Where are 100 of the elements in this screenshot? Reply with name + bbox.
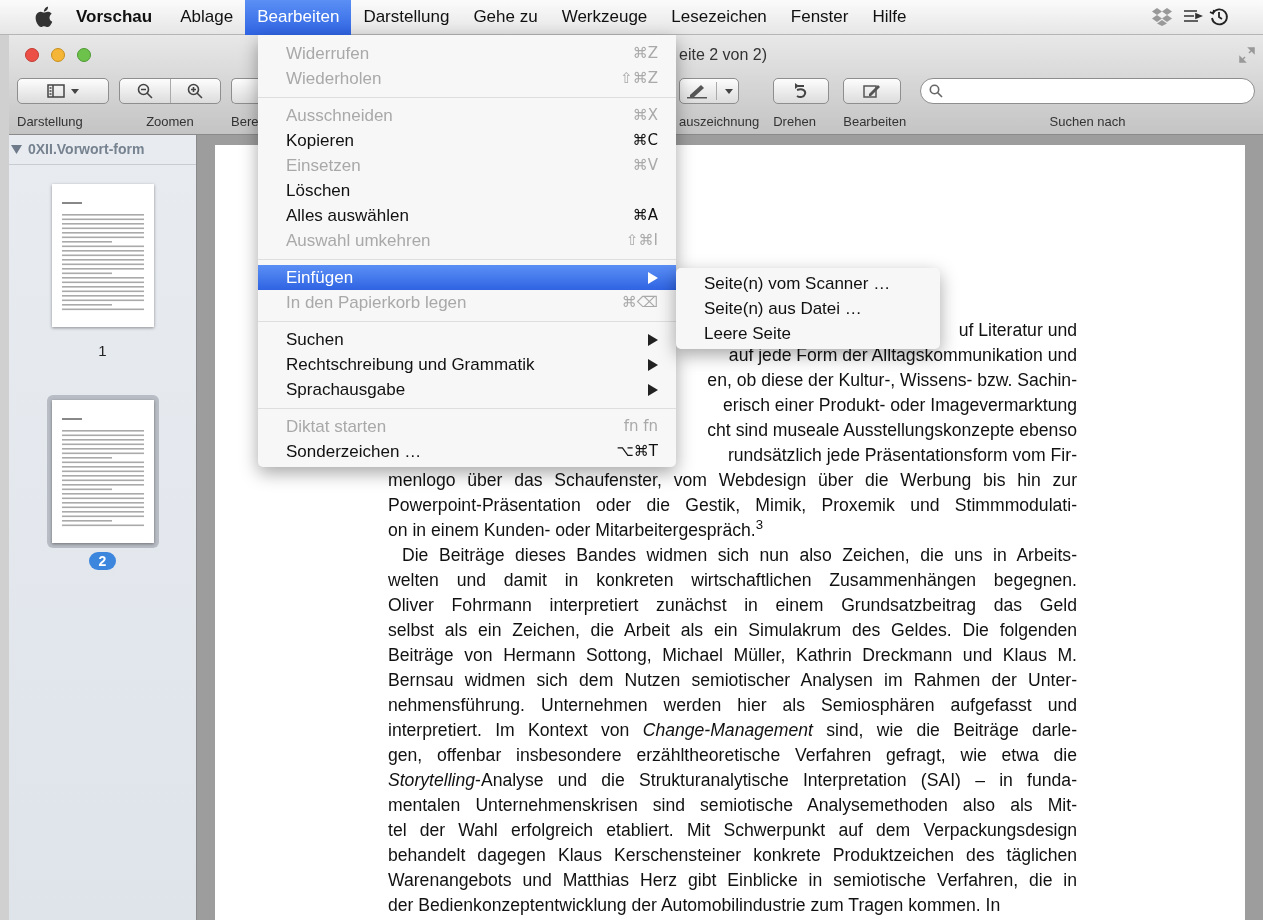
text-line: tel der Wahl erfolgreich etabliert. Mit Schwerpunkt auf dem Verpackungsdesign <box>388 819 1077 842</box>
toolbar-button[interactable] <box>843 78 902 104</box>
text-line: der Bedienkonzeptentwicklung der Automobilindustrie zum Tragen kommen. In <box>388 894 1002 917</box>
text-line: behandelt dagegen Klaus Kerschensteiner konkrete Produktzeichen des täglichen <box>388 844 1077 867</box>
submenu-arrow-icon <box>648 383 658 396</box>
shortcut-label: ⌘A <box>632 205 658 227</box>
edit-icon <box>863 83 882 99</box>
toolbar-button[interactable] <box>679 78 739 104</box>
menu-item-label: In den Papierkorb legen <box>286 291 467 314</box>
toolbar-label: Drehen <box>773 113 816 131</box>
menu-item-label: Widerrufen <box>286 42 370 65</box>
menu-item[interactable]: Seite(n) vom Scanner … <box>676 271 940 296</box>
text-line: Bernsau widmen sich dem Nutzen semiotischer Analysen im Rahmen der Unter- <box>388 669 1077 692</box>
menu-item-label: Ausschneiden <box>286 104 393 127</box>
text-line: interpretiert. Im Kontext von Change-Management sind, wie die Beiträge darle- <box>388 719 1077 742</box>
close-button[interactable] <box>25 48 39 62</box>
text-line: gen, offenbar insbesondere erzähltheoretische Verfahren gefragt, wie etwa die <box>388 744 1077 767</box>
menu-item-label: Wiederholen <box>286 67 382 90</box>
menu-title[interactable]: Darstellung <box>351 0 462 35</box>
menu-item-label: Rechtschreibung und Grammatik <box>286 353 535 376</box>
page-number: 2 <box>88 551 117 570</box>
dropbox-icon[interactable] <box>1151 7 1173 27</box>
zoom-button[interactable] <box>77 48 91 62</box>
zoom-control[interactable] <box>119 78 221 104</box>
menu-item-label: Einsetzen <box>286 154 361 177</box>
menu-item[interactable]: Leere Seite <box>676 321 940 346</box>
menu-item-label: Sprachausgabe <box>286 378 406 401</box>
text-line: Storytelling-Analyse und die Strukturanalytische Interpretation (SAI) – in funda- <box>388 769 1077 792</box>
toolbar-label: Bearbeiten <box>843 113 907 131</box>
menu-item-label: Alles auswählen <box>286 204 409 227</box>
menu-item-label: Diktat starten <box>286 415 387 438</box>
shortcut-label: ⌘⌫ <box>621 292 658 314</box>
menu-item-label: Sonderzeichen … <box>286 440 422 463</box>
toolbar-label: Darstellung <box>17 113 83 131</box>
text-line: nehmensführung. Unternehmen werden hier als Semiosphären aufgefasst und <box>388 694 1077 717</box>
menu-item-label: Auswahl umkehren <box>286 229 431 252</box>
menu-item-label: Suchen <box>286 328 344 351</box>
text-line: en, ob diese der Kultur-, Wissens- bzw. Sachin- <box>707 369 1077 392</box>
page-thumbnail[interactable] <box>51 399 154 543</box>
page-number: 1 <box>98 341 107 361</box>
search-field[interactable] <box>920 78 1255 104</box>
toolbar-label: Bere <box>231 113 259 131</box>
shortcut-label: fn fn <box>623 416 658 438</box>
toolbar-label: auszeichnung <box>679 113 760 131</box>
zoom-out-icon[interactable] <box>136 83 153 99</box>
text-line: on in einem Kunden- oder Mitarbeitergespräch.$^{3}$ <box>388 518 765 542</box>
app-menu[interactable]: Vorschau <box>70 4 159 30</box>
shortcut-label: ⇧⌘Z <box>620 68 658 90</box>
menu-title[interactable]: Werkzeuge <box>549 0 660 35</box>
text-line: Powerpoint-Präsentation oder die Gestik, Mimik, Proxemik und Stimmmodulati- <box>388 494 1077 517</box>
menu-title[interactable]: Ablage <box>168 0 246 35</box>
caret-icon <box>724 88 733 94</box>
submenu-arrow-icon <box>648 333 658 346</box>
text-line: cht sind museale Ausstellungskonzepte ebenso <box>707 419 1077 442</box>
text-line: uf Literatur und <box>958 319 1077 342</box>
menu-item[interactable]: Löschen <box>258 178 676 203</box>
menu-item[interactable]: Seite(n) aus Datei … <box>676 296 940 321</box>
submenu-arrow-icon <box>648 358 658 371</box>
shortcut-label: ⌘X <box>632 105 658 127</box>
text-line: menlogo über das Schaufenster, vom Webdesign über die Werbung bis hin zur <box>388 469 1077 492</box>
shortcut-label: ⌘Z <box>632 43 658 65</box>
caret-icon <box>71 88 79 94</box>
text-line: selbst als ein Zeichen, die Arbeit als ein Simulakrum des Geldes. Die folgenden <box>388 619 1077 642</box>
menu-item[interactable]: Sprachausgabe <box>258 377 676 402</box>
document-name: 0XII.Vorwort-form <box>28 140 145 159</box>
menu-title[interactable]: Hilfe <box>860 0 919 35</box>
text-line: Beiträge von Hermann Sottong, Michael Müller, Kathrin Dreckmann und Klaus M. <box>388 644 1077 667</box>
menu-item[interactable]: Sonderzeichen … ⌥⌘T <box>258 439 676 464</box>
shortcut-label: ⌘V <box>632 155 658 177</box>
menu-item[interactable]: Suchen <box>258 327 676 352</box>
menu-item[interactable]: Rechtschreibung und Grammatik <box>258 352 676 377</box>
text-line: mentalen Unternehmenskrisen sind semiotische Analysemethoden also als Mit- <box>388 794 1077 817</box>
toolbar-label: Zoomen <box>146 113 194 131</box>
submenu-arrow-icon <box>648 271 658 284</box>
toolbar-button[interactable] <box>773 78 830 104</box>
menu-item-label: Kopieren <box>286 129 355 152</box>
text-line: rundsätzlich jede Präsentationsform vom Fir- <box>727 444 1077 467</box>
text-line: welten und damit in konkreten wirtschaftlichen Zusammenhängen begegnen. <box>388 569 1077 592</box>
clock-icon[interactable] <box>1209 7 1229 27</box>
page-thumbnail[interactable] <box>51 184 154 327</box>
menu-item-label: Löschen <box>286 179 351 202</box>
text-line: erisch einer Produkt- oder Imagevermarktung <box>723 394 1077 417</box>
shortcut-label: ⌘C <box>632 130 658 152</box>
text-line: Die Beiträge dieses Bandes widmen sich nun also Zeichen, die uns in Arbeits- <box>401 544 1077 567</box>
text-line: Warenangebots und Matthias Herz gibt Einblicke in semiotische Verfahren, die in <box>388 869 1077 892</box>
toolbar-button[interactable] <box>17 78 109 104</box>
menu-item-label: Einfügen <box>286 266 354 289</box>
shortcut-label: ⌥⌘T <box>616 441 658 463</box>
menu-title[interactable]: Gehe zu <box>461 0 550 35</box>
menu-title[interactable]: Fenster <box>778 0 861 35</box>
pen-icon <box>685 83 708 99</box>
menu-title[interactable]: Bearbeiten <box>245 0 352 35</box>
menu-item[interactable]: Einfügen <box>258 265 676 290</box>
disclosure-triangle-icon[interactable] <box>11 145 22 154</box>
rotate-icon <box>794 83 809 99</box>
sidebar-icon <box>47 84 65 98</box>
menu-item[interactable]: Kopieren ⌘C <box>258 128 676 153</box>
zoom-in-icon[interactable] <box>187 83 204 99</box>
menu-item[interactable]: Alles auswählen ⌘A <box>258 203 676 228</box>
menu-title[interactable]: Lesezeichen <box>659 0 779 35</box>
